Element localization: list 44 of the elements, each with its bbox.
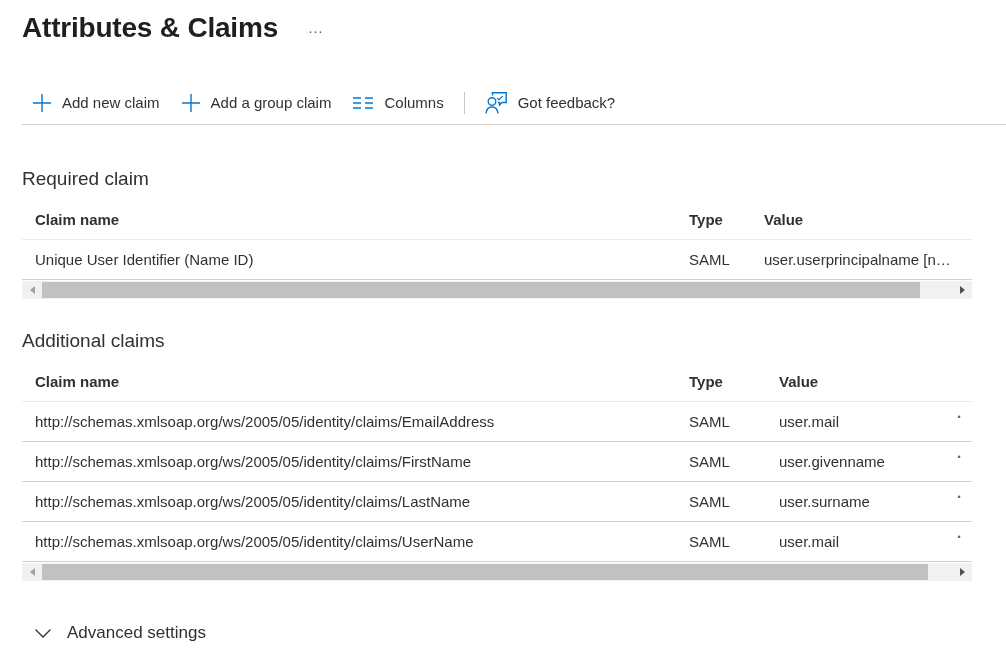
left-triangle-icon[interactable]	[30, 286, 35, 294]
scrollbar-thumb[interactable]	[42, 282, 920, 298]
table-cell-text: user.mail	[778, 533, 841, 550]
right-triangle-icon[interactable]	[960, 286, 965, 294]
table-cell-text: user.givenname	[778, 453, 886, 470]
person-speech-bubble-icon	[484, 91, 507, 114]
column-header: Claim name	[34, 210, 121, 228]
page-title: Attributes & Claims	[22, 12, 279, 44]
more-dot[interactable]: •	[957, 533, 961, 542]
column-header: Type	[688, 210, 724, 228]
more-dot[interactable]: •	[957, 453, 961, 462]
table-cell-text: SAML	[688, 251, 731, 268]
table-cell-text: http://schemas.xmlsoap.org/ws/2005/05/identity/claims/EmailAddress	[34, 413, 496, 430]
table-cell-text: user.mail	[778, 413, 841, 430]
add-button[interactable]: Add new claim	[22, 86, 171, 119]
table-cell-text: user.surname	[778, 493, 871, 510]
columns-button[interactable]: Columns	[342, 86, 455, 119]
table-cell-text: SAML	[688, 533, 731, 550]
table-cell-text: SAML	[688, 453, 731, 470]
columns-icon	[353, 96, 374, 109]
add-button[interactable]: Add a group claim	[170, 86, 343, 119]
left-triangle-icon[interactable]	[30, 568, 35, 576]
table-cell-text: Unique User Identifier (Name ID)	[34, 251, 255, 268]
plus-icon	[181, 93, 200, 112]
table-cell-text: user.userprincipalname [n…	[763, 251, 952, 268]
column-header: Claim name	[34, 372, 121, 390]
table-cell-text: http://schemas.xmlsoap.org/ws/2005/05/identity/claims/FirstName	[34, 453, 472, 470]
feedback-button[interactable]: Got feedback?	[473, 86, 627, 119]
table-cell-text: SAML	[688, 493, 731, 510]
plus-icon	[33, 93, 51, 112]
right-triangle-icon[interactable]	[960, 568, 965, 576]
table-cell-text: http://schemas.xmlsoap.org/ws/2005/05/identity/claims/LastName	[34, 493, 472, 510]
advanced-settings-toggle[interactable]: Advanced settings	[22, 619, 206, 647]
scrollbar-thumb[interactable]	[42, 564, 928, 580]
table-cell-text: http://schemas.xmlsoap.org/ws/2005/05/identity/claims/UserName	[34, 533, 475, 550]
section-heading: Required claim	[22, 167, 150, 191]
section-heading: Additional claims	[22, 329, 166, 353]
more-options-button[interactable]: ···	[306, 21, 326, 39]
column-header: Value	[778, 372, 820, 390]
column-header: Type	[688, 372, 724, 390]
more-dot[interactable]: •	[957, 493, 961, 502]
column-header: Value	[763, 210, 805, 228]
more-dot[interactable]: •	[957, 413, 961, 422]
table-cell-text: SAML	[688, 413, 731, 430]
